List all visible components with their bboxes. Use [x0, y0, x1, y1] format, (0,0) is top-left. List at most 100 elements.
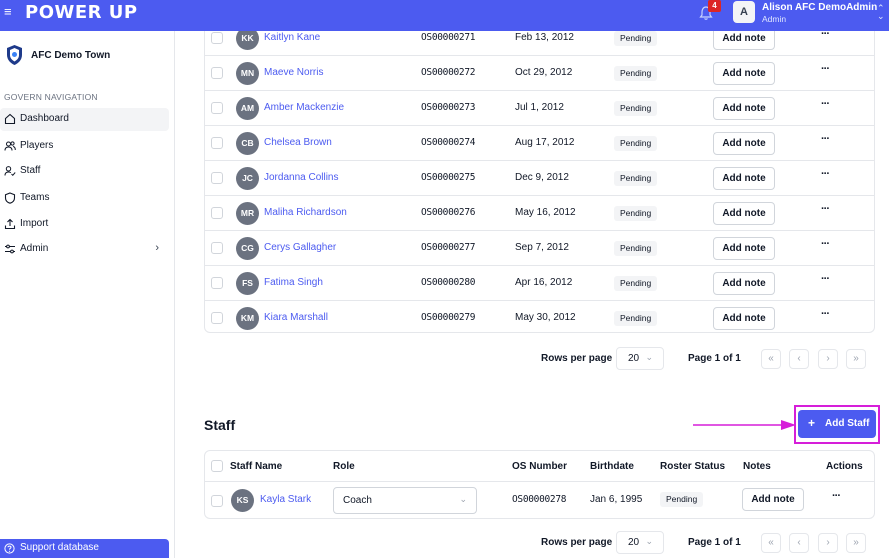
- rows-per-page-label: Rows per page: [541, 537, 613, 548]
- prev-page-icon[interactable]: ‹: [789, 349, 809, 369]
- staff-section-title: Staff: [204, 417, 236, 433]
- row-checkbox[interactable]: [211, 137, 223, 149]
- help-circle-icon: [4, 543, 15, 554]
- add-staff-button[interactable]: + Add Staff: [798, 410, 876, 438]
- add-note-button[interactable]: Add note: [742, 488, 804, 511]
- role-select[interactable]: Coach ⌄: [333, 487, 477, 514]
- col-header-roster-status[interactable]: Roster Status: [660, 461, 725, 472]
- last-page-icon[interactable]: »: [846, 533, 866, 553]
- add-note-button[interactable]: Add note: [713, 62, 775, 85]
- player-name-link[interactable]: Amber Mackenzie: [264, 102, 344, 113]
- sidebar-item-dashboard[interactable]: Dashboard: [0, 108, 169, 131]
- row-checkbox[interactable]: [211, 312, 223, 324]
- staff-name-link[interactable]: Kayla Stark: [260, 494, 311, 505]
- user-avatar[interactable]: A: [733, 1, 755, 23]
- more-actions-icon[interactable]: ···: [832, 490, 841, 502]
- col-header-os-number[interactable]: OS Number: [512, 461, 567, 472]
- row-checkbox[interactable]: [211, 172, 223, 184]
- row-checkbox[interactable]: [211, 277, 223, 289]
- more-actions-icon[interactable]: ···: [821, 273, 830, 285]
- user-name[interactable]: Alison AFC DemoAdmin: [762, 2, 877, 13]
- player-name-link[interactable]: Fatima Singh: [264, 277, 323, 288]
- player-name-link[interactable]: Cerys Gallagher: [264, 242, 336, 253]
- more-actions-icon[interactable]: ···: [821, 203, 830, 215]
- divider: [205, 481, 874, 482]
- first-page-icon[interactable]: «: [761, 533, 781, 553]
- os-number: OS00000273: [421, 102, 476, 113]
- row-checkbox[interactable]: [211, 32, 223, 44]
- table-row: FS Fatima Singh OS00000280 Apr 16, 2012 …: [205, 266, 874, 301]
- rows-per-page-select[interactable]: 20 ⌄: [616, 531, 664, 554]
- menu-icon[interactable]: ≡: [4, 5, 14, 18]
- add-note-button[interactable]: Add note: [713, 97, 775, 120]
- player-name-link[interactable]: Maeve Norris: [264, 67, 323, 78]
- sidebar-item-label: Import: [20, 218, 49, 229]
- table-row: JC Jordanna Collins OS00000275 Dec 9, 20…: [205, 161, 874, 196]
- row-checkbox[interactable]: [211, 242, 223, 254]
- sidebar-item-import[interactable]: Import: [0, 213, 169, 236]
- org-name[interactable]: AFC Demo Town: [31, 50, 110, 61]
- row-checkbox[interactable]: [211, 495, 223, 507]
- status-badge: Pending: [614, 31, 658, 46]
- more-actions-icon[interactable]: ···: [821, 308, 830, 320]
- rows-per-page-value: 20: [628, 537, 640, 548]
- row-checkbox[interactable]: [211, 102, 223, 114]
- chevron-updown-icon[interactable]: ⌃ ⌄: [877, 4, 885, 21]
- birthdate: Jul 1, 2012: [515, 102, 564, 113]
- add-note-button[interactable]: Add note: [713, 202, 775, 225]
- table-row: CG Cerys Gallagher OS00000277 Sep 7, 201…: [205, 231, 874, 266]
- more-actions-icon[interactable]: ···: [821, 63, 830, 75]
- more-actions-icon[interactable]: ···: [821, 98, 830, 110]
- os-number: OS00000277: [421, 242, 476, 253]
- sidebar-item-teams[interactable]: Teams: [0, 187, 169, 210]
- select-all-checkbox[interactable]: [211, 460, 223, 472]
- table-row: MR Maliha Richardson OS00000276 May 16, …: [205, 196, 874, 231]
- add-note-button[interactable]: Add note: [713, 31, 775, 50]
- player-name-link[interactable]: Maliha Richardson: [264, 207, 347, 218]
- role-value: Coach: [343, 495, 372, 506]
- os-number: OS00000279: [421, 312, 476, 323]
- player-name-link[interactable]: Jordanna Collins: [264, 172, 339, 183]
- col-header-notes[interactable]: Notes: [743, 461, 771, 472]
- add-note-button[interactable]: Add note: [713, 307, 775, 330]
- support-label: Support database: [20, 542, 99, 553]
- col-header-birthdate[interactable]: Birthdate: [590, 461, 634, 472]
- add-note-button[interactable]: Add note: [713, 167, 775, 190]
- avatar: MN: [236, 62, 259, 85]
- sidebar-item-staff[interactable]: Staff: [0, 160, 169, 183]
- prev-page-icon[interactable]: ‹: [789, 533, 809, 553]
- birthdate: May 30, 2012: [515, 312, 576, 323]
- player-name-link[interactable]: Kaitlyn Kane: [264, 32, 320, 43]
- more-actions-icon[interactable]: ···: [821, 133, 830, 145]
- add-note-button[interactable]: Add note: [713, 272, 775, 295]
- page-indicator: Page 1 of 1: [688, 537, 741, 548]
- add-note-button[interactable]: Add note: [713, 132, 775, 155]
- player-name-link[interactable]: Chelsea Brown: [264, 137, 332, 148]
- next-page-icon[interactable]: ›: [818, 349, 838, 369]
- sidebar-item-label: Admin: [20, 243, 49, 254]
- status-badge: Pending: [614, 276, 658, 291]
- next-page-icon[interactable]: ›: [818, 533, 838, 553]
- player-name-link[interactable]: Kiara Marshall: [264, 312, 328, 323]
- rows-per-page-select[interactable]: 20 ⌄: [616, 347, 664, 370]
- sidebar-item-players[interactable]: Players: [0, 135, 169, 158]
- brand-logo[interactable]: POWER UP: [25, 2, 138, 23]
- col-header-role[interactable]: Role: [333, 461, 355, 472]
- row-checkbox[interactable]: [211, 67, 223, 79]
- status-badge: Pending: [614, 241, 658, 256]
- last-page-icon[interactable]: »: [846, 349, 866, 369]
- avatar: CG: [236, 237, 259, 260]
- avatar: JC: [236, 167, 259, 190]
- status-badge: Pending: [660, 492, 704, 507]
- more-actions-icon[interactable]: ···: [821, 31, 830, 40]
- table-row: MN Maeve Norris OS00000272 Oct 29, 2012 …: [205, 56, 874, 91]
- sidebar-item-admin[interactable]: Admin ›: [0, 238, 169, 261]
- rows-per-page-value: 20: [628, 353, 640, 364]
- more-actions-icon[interactable]: ···: [821, 238, 830, 250]
- row-checkbox[interactable]: [211, 207, 223, 219]
- support-database-button[interactable]: Support database: [0, 539, 169, 558]
- first-page-icon[interactable]: «: [761, 349, 781, 369]
- add-note-button[interactable]: Add note: [713, 237, 775, 260]
- more-actions-icon[interactable]: ···: [821, 168, 830, 180]
- col-header-staff-name[interactable]: Staff Name: [230, 461, 282, 472]
